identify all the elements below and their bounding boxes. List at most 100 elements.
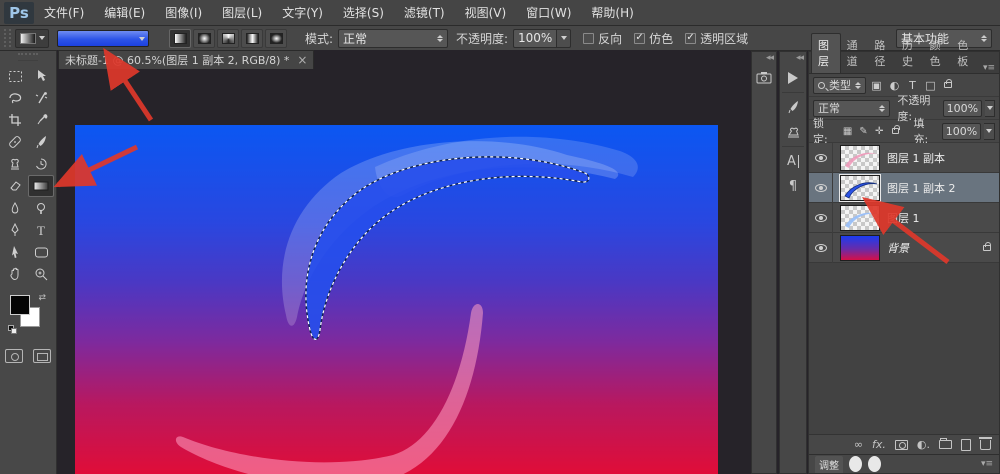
gradient-editor-swatch[interactable] xyxy=(57,30,149,47)
healing-brush-tool[interactable] xyxy=(2,131,28,153)
delete-layer-icon[interactable] xyxy=(980,440,991,450)
opacity-dropdown-button[interactable] xyxy=(557,29,571,48)
layer-row-background[interactable]: 背景 xyxy=(809,233,999,263)
screen-mode-button[interactable] xyxy=(33,349,51,363)
visibility-toggle[interactable] xyxy=(809,203,833,233)
add-mask-icon[interactable] xyxy=(895,440,908,450)
menu-select[interactable]: 选择(S) xyxy=(333,0,394,26)
menu-type[interactable]: 文字(Y) xyxy=(272,0,333,26)
menu-view[interactable]: 视图(V) xyxy=(455,0,517,26)
filter-smart-object-icon[interactable] xyxy=(944,82,952,88)
new-layer-icon[interactable] xyxy=(961,439,971,451)
layer-row-layer1[interactable]: 图层 1 xyxy=(809,203,999,233)
layer-thumbnail[interactable] xyxy=(840,145,880,171)
mini-bridge-button[interactable] xyxy=(753,67,775,89)
dodge-tool[interactable] xyxy=(28,197,54,219)
layer-opacity-dropdown[interactable] xyxy=(985,100,995,117)
eraser-tool[interactable] xyxy=(2,175,28,197)
swap-colors-icon[interactable]: ⇄ xyxy=(38,293,46,303)
layer-name[interactable]: 背景 xyxy=(887,240,909,256)
hand-tool[interactable] xyxy=(2,263,28,285)
layer-blend-mode-select[interactable]: 正常 xyxy=(813,100,890,117)
tab-history[interactable]: 历史 xyxy=(896,34,924,73)
brush-tool[interactable] xyxy=(28,131,54,153)
layer-name[interactable]: 图层 1 副本 2 xyxy=(887,180,956,196)
filter-pixel-icon[interactable]: ▣ xyxy=(869,79,884,92)
menu-file[interactable]: 文件(F) xyxy=(34,0,94,26)
fill-dropdown[interactable] xyxy=(984,123,995,140)
eyedropper-tool[interactable] xyxy=(28,109,54,131)
default-colors-icon[interactable] xyxy=(8,325,18,334)
gradient-tool[interactable] xyxy=(28,175,54,197)
clone-stamp-tool[interactable] xyxy=(2,153,28,175)
filter-type-icon[interactable]: T xyxy=(905,79,920,92)
history-brush-tool[interactable] xyxy=(28,153,54,175)
foreground-color-swatch[interactable] xyxy=(10,295,30,315)
tab-swatches[interactable]: 色板 xyxy=(951,34,979,73)
document-tab[interactable]: 未标题-1 @ 60.5%(图层 1 副本 2, RGB/8) * × xyxy=(58,50,314,69)
layer-name[interactable]: 图层 1 xyxy=(887,210,920,226)
layer-thumbnail[interactable] xyxy=(840,175,880,201)
link-layers-icon[interactable]: ∞ xyxy=(854,439,863,450)
actions-panel-button[interactable] xyxy=(782,67,804,89)
menu-edit[interactable]: 编辑(E) xyxy=(94,0,155,26)
menu-filter[interactable]: 滤镜(T) xyxy=(394,0,455,26)
adjustment-icon[interactable] xyxy=(849,456,862,472)
opacity-input[interactable]: 100% xyxy=(513,29,557,48)
blur-tool[interactable] xyxy=(2,197,28,219)
filter-type-select[interactable]: 类型 xyxy=(813,77,866,94)
lock-position-icon[interactable]: ✛ xyxy=(873,126,886,137)
panel-menu-icon[interactable]: ▾≡ xyxy=(981,459,993,469)
tab-paths[interactable]: 路径 xyxy=(868,34,896,73)
crop-tool[interactable] xyxy=(2,109,28,131)
menu-window[interactable]: 窗口(W) xyxy=(516,0,581,26)
lock-paint-icon[interactable]: ✎ xyxy=(857,126,870,137)
new-group-icon[interactable] xyxy=(939,440,952,449)
adjustment-icon[interactable] xyxy=(868,456,881,472)
document-canvas[interactable] xyxy=(75,125,718,474)
fill-input[interactable]: 100% xyxy=(942,123,981,140)
adjustment-layer-icon[interactable]: ◐. xyxy=(917,439,930,450)
expand-panel-icon[interactable]: ◂◂ xyxy=(752,52,776,64)
layer-row-copy1[interactable]: 图层 1 副本 xyxy=(809,143,999,173)
type-tool[interactable]: T xyxy=(28,219,54,241)
menu-image[interactable]: 图像(I) xyxy=(155,0,212,26)
reverse-checkbox[interactable] xyxy=(583,33,594,44)
layer-name[interactable]: 图层 1 副本 xyxy=(887,150,945,166)
brush-panel-button[interactable] xyxy=(782,96,804,118)
menu-layer[interactable]: 图层(L) xyxy=(212,0,272,26)
path-selection-tool[interactable] xyxy=(2,241,28,263)
lock-transparent-icon[interactable]: ▦ xyxy=(841,126,854,137)
zoom-tool[interactable] xyxy=(28,263,54,285)
tool-preset-picker[interactable] xyxy=(15,29,49,48)
tab-color[interactable]: 颜色 xyxy=(924,34,952,73)
close-tab-icon[interactable]: × xyxy=(297,53,307,67)
paragraph-panel-button[interactable]: ¶ xyxy=(782,175,804,197)
move-tool[interactable] xyxy=(28,65,54,87)
layer-thumbnail[interactable] xyxy=(840,205,880,231)
radial-gradient-button[interactable] xyxy=(193,29,215,48)
layer-thumbnail[interactable] xyxy=(840,235,880,261)
visibility-toggle[interactable] xyxy=(809,233,833,263)
angle-gradient-button[interactable] xyxy=(217,29,239,48)
layer-row-copy2-selected[interactable]: 图层 1 副本 2 xyxy=(809,173,999,203)
menu-help[interactable]: 帮助(H) xyxy=(581,0,643,26)
transparency-checkbox[interactable]: ✓ xyxy=(685,33,696,44)
lasso-tool[interactable] xyxy=(2,87,28,109)
filter-adjustment-icon[interactable]: ◐ xyxy=(887,79,902,92)
visibility-toggle[interactable] xyxy=(809,143,833,173)
shape-tool[interactable] xyxy=(28,241,54,263)
layer-style-icon[interactable]: fx. xyxy=(872,439,886,450)
linear-gradient-button[interactable] xyxy=(169,29,191,48)
blend-mode-select[interactable]: 正常 xyxy=(338,29,448,48)
tab-channels[interactable]: 通道 xyxy=(841,34,869,73)
pen-tool[interactable] xyxy=(2,219,28,241)
tab-adjustments[interactable]: 调整 xyxy=(815,456,843,473)
visibility-toggle[interactable] xyxy=(809,173,833,203)
reflected-gradient-button[interactable] xyxy=(241,29,263,48)
tab-layers[interactable]: 图层 xyxy=(811,33,841,73)
filter-shape-icon[interactable]: □ xyxy=(923,79,938,92)
diamond-gradient-button[interactable] xyxy=(265,29,287,48)
dither-checkbox[interactable]: ✓ xyxy=(634,33,645,44)
layer-opacity-input[interactable]: 100% xyxy=(943,100,982,117)
